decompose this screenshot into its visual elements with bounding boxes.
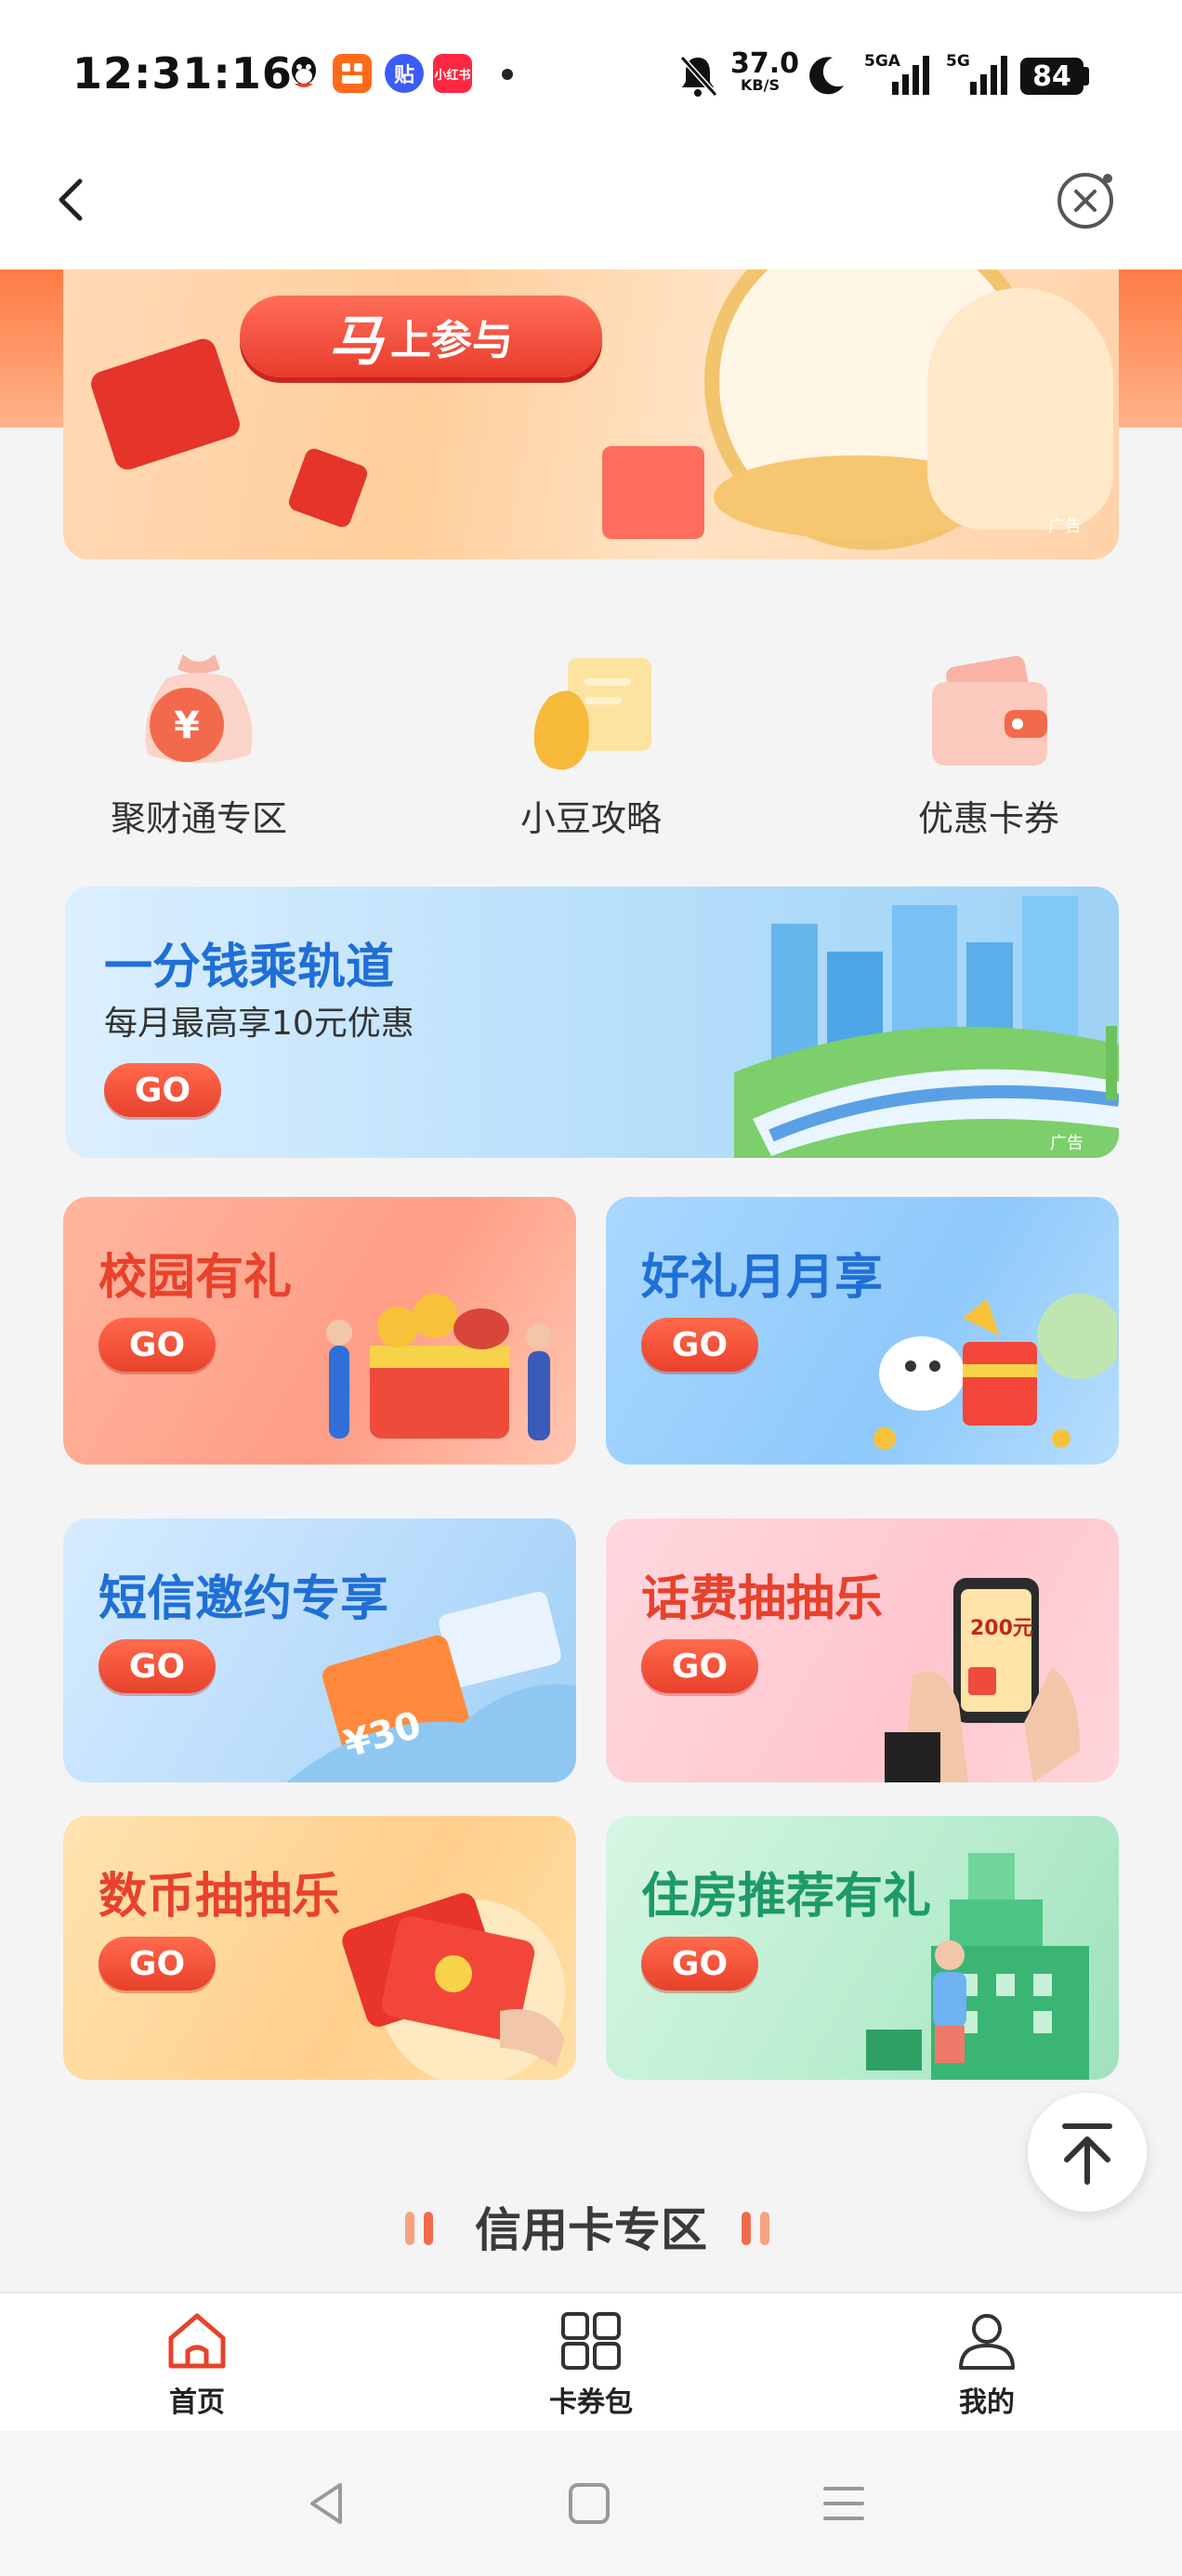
card-go-button[interactable]: GO (641, 1639, 758, 1693)
phone-amount: 200元 (970, 1617, 1033, 1640)
title-bar-decoration (742, 2212, 751, 2245)
rail-banner-subtitle: 每月最高享10元优惠 (104, 1005, 414, 1043)
section-title-credit-card: 信用卡专区 (475, 2203, 707, 2257)
title-bar-decoration (760, 2212, 769, 2245)
card-go-button[interactable]: GO (98, 1937, 216, 1991)
tab-label: 我的 (959, 2386, 1015, 2419)
quick-link-label: 聚财通专区 (110, 798, 287, 839)
home-icon (164, 2310, 230, 2372)
tab-label: 卡券包 (549, 2386, 633, 2419)
card-go-button[interactable]: GO (641, 1318, 758, 1372)
system-recents-button[interactable] (816, 2476, 872, 2531)
phone-hand-decoration: 200元 (885, 1565, 1119, 1782)
close-miniprogram-button[interactable] (1054, 167, 1119, 232)
card-title: 数币抽抽乐 (98, 1869, 341, 1925)
promo-card-campus[interactable]: 校园有礼 GO (63, 1197, 576, 1465)
status-time: 12:31:16 (72, 48, 293, 99)
card-title: 好礼月月享 (641, 1250, 884, 1306)
guide-book-icon (521, 641, 661, 781)
promo-card-digital-currency-lottery[interactable]: 数币抽抽乐 GO (63, 1816, 576, 2080)
menu-lines-icon (823, 2487, 864, 2520)
gift-mascot-decoration (847, 1262, 1119, 1465)
tab-label: 首页 (169, 2386, 225, 2419)
rail-banner-title: 一分钱乘轨道 (104, 940, 395, 995)
top-promo-banner[interactable]: 马 上参与 广告 (63, 269, 1119, 559)
quick-link-label: 优惠卡券 (917, 798, 1059, 839)
horse-mascot-decoration (927, 288, 1113, 530)
promo-card-sms-invite[interactable]: ¥30 短信邀约专享 GO (63, 1518, 576, 1782)
qq-icon (284, 54, 323, 93)
join-now-pill[interactable]: 马 上参与 (240, 296, 602, 377)
campus-gift-decoration (314, 1262, 574, 1465)
building-person-decoration (857, 1816, 1119, 2080)
card-go-button[interactable]: GO (98, 1639, 216, 1693)
system-home-button[interactable] (561, 2476, 617, 2531)
money-bag-icon: ¥ (129, 641, 269, 781)
city-train-decoration (734, 887, 1119, 1158)
net-speed-value: 37.0 (730, 47, 800, 80)
net-speed-unit: KB/S (741, 76, 780, 94)
quick-link-guide[interactable]: 小豆攻略 (479, 641, 703, 855)
ad-label: 广告 (1050, 1134, 1084, 1153)
red-envelope-decoration (286, 446, 370, 530)
card-wallet-icon (558, 2310, 624, 2372)
join-pill-prefix: 马 (328, 309, 383, 373)
card-go-button[interactable]: GO (641, 1937, 758, 1991)
app-orange-icon (333, 54, 372, 93)
red-envelope-decoration (87, 335, 243, 473)
triangle-back-icon (310, 2483, 342, 2524)
mute-bell-icon (676, 52, 719, 99)
wallet-icon (919, 641, 1058, 781)
system-back-button[interactable] (299, 2476, 355, 2531)
promo-card-monthly-gifts[interactable]: 好礼月月享 GO (606, 1197, 1119, 1465)
chevron-left-icon (59, 178, 83, 221)
card-title: 住房推荐有礼 (641, 1869, 932, 1925)
xiaohongshu-icon: 小红书 (433, 54, 472, 93)
notification-dot (502, 69, 513, 80)
battery-indicator: 84 (1020, 58, 1084, 95)
profile-icon (953, 2310, 1020, 2372)
rail-go-button[interactable]: GO (104, 1063, 221, 1117)
close-circle-icon (1057, 173, 1113, 229)
signal-5g-icon: 5G (946, 52, 1015, 97)
card-title: 短信邀约专享 (98, 1571, 389, 1627)
gift-box-decoration (602, 446, 704, 539)
card-go-button[interactable]: GO (98, 1318, 216, 1372)
quick-link-jucaitong[interactable]: ¥ 聚财通专区 (87, 641, 310, 855)
signal-5ga-icon: 5GA (864, 52, 933, 97)
moon-icon (805, 54, 847, 97)
red-envelope-decoration (314, 1872, 576, 2080)
svg-text:¥: ¥ (174, 704, 200, 747)
net-speed: 37.0 KB/S (730, 47, 800, 94)
quick-link-coupons[interactable]: 优惠卡券 (877, 641, 1100, 855)
battery-cap (1084, 67, 1089, 85)
tab-profile[interactable]: 我的 (894, 2305, 1080, 2419)
quick-link-label: 小豆攻略 (519, 798, 662, 839)
tab-card-wallet[interactable]: 卡券包 (498, 2305, 684, 2419)
join-pill-text: 上参与 (390, 317, 513, 364)
card-title: 校园有礼 (98, 1250, 293, 1306)
back-button[interactable] (45, 172, 100, 228)
tab-home[interactable]: 首页 (104, 2305, 290, 2419)
square-home-icon (569, 2483, 610, 2524)
ad-label: 广告 (1048, 517, 1082, 536)
tieba-icon: 贴 (385, 54, 424, 93)
card-title: 话费抽抽乐 (641, 1571, 884, 1627)
nav-bar (0, 153, 1182, 269)
promo-card-phone-bill-lottery[interactable]: 200元 话费抽抽乐 GO (606, 1518, 1119, 1782)
rail-transit-banner[interactable]: 一分钱乘轨道 每月最高享10元优惠 GO 广告 (65, 887, 1119, 1158)
promo-card-housing-referral[interactable]: 住房推荐有礼 GO (606, 1816, 1119, 2080)
